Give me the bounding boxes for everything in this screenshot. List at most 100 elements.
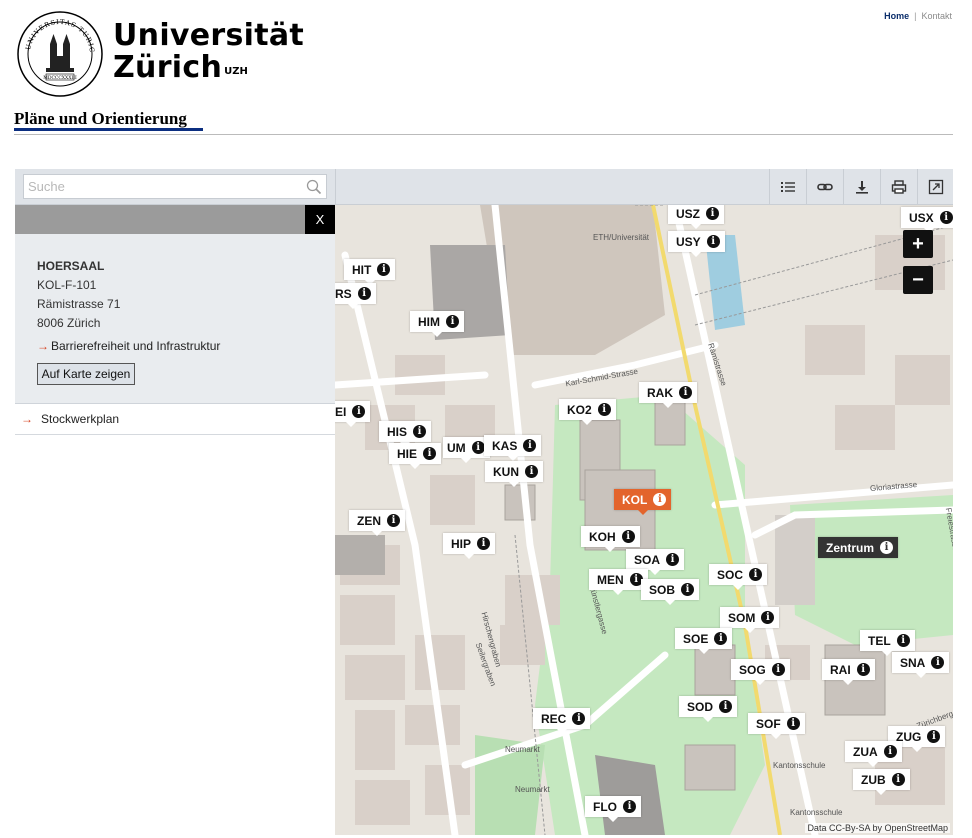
map-marker[interactable]: KAS i (484, 435, 542, 461)
info-icon: i (413, 425, 427, 438)
city-address: 8006 Zürich (37, 316, 101, 330)
download-icon (856, 181, 868, 194)
title-underline (14, 128, 203, 131)
map-marker[interactable]: ZUA i (845, 741, 902, 767)
map-marker[interactable]: REC i (533, 708, 591, 734)
zoom-out-button[interactable]: − (903, 266, 933, 294)
location-info-panel: HOERSAAL KOL-F-101 Rämistrasse 71 8006 Z… (15, 234, 335, 404)
download-button[interactable] (843, 169, 880, 205)
map-marker[interactable]: USZ i (668, 205, 724, 229)
sidebar-header: X (15, 205, 335, 234)
info-icon: i (856, 663, 870, 676)
university-short-name: UZH (224, 66, 248, 77)
map-toolbar (15, 169, 953, 205)
info-icon: i (653, 493, 667, 506)
list-icon (781, 182, 795, 192)
show-on-map-button[interactable]: Auf Karte zeigen (37, 363, 135, 385)
seal-year: MDCCCXXXIII (43, 75, 77, 81)
map-marker[interactable]: KUN i (485, 461, 543, 487)
info-icon: i (719, 700, 733, 713)
map-marker[interactable]: KOH i (581, 526, 640, 552)
top-links: Home | Kontakt (884, 11, 952, 21)
map-marker[interactable]: UM i (443, 437, 490, 463)
map-marker[interactable]: MEN i (589, 569, 648, 595)
map-marker[interactable]: HIM i (410, 311, 464, 337)
map-marker[interactable]: SNA i (892, 652, 950, 678)
close-button[interactable]: X (305, 205, 335, 234)
info-icon: i (623, 800, 636, 813)
map-marker[interactable]: KO2 i (559, 399, 616, 425)
university-seal-logo[interactable]: UNIVERSITAS TURICENSIS MDCCCXXXIII (16, 10, 104, 98)
info-icon: i (477, 537, 491, 550)
info-icon: i (880, 541, 893, 554)
map-marker[interactable]: ZEN i (349, 510, 405, 536)
fullscreen-button[interactable] (917, 169, 954, 205)
fullscreen-icon (928, 179, 944, 195)
university-name-line1: Universität (113, 18, 305, 53)
street-label: Neumarkt (515, 785, 550, 794)
search-input[interactable] (24, 175, 304, 198)
search-box (23, 174, 327, 199)
sidebar-item-floorplan[interactable]: → Stockwerkplan (15, 404, 335, 435)
street-address: Rämistrasse 71 (37, 297, 121, 311)
link-button[interactable] (806, 169, 843, 205)
map-marker[interactable]: SOM i (720, 607, 780, 633)
room-code: KOL-F-101 (37, 278, 97, 292)
map-marker[interactable]: FLO i (585, 796, 641, 822)
map-marker[interactable]: RS i (335, 283, 376, 309)
info-icon: i (681, 583, 695, 596)
map-marker[interactable]: SOC i (709, 564, 768, 590)
map-marker[interactable]: HIS i (379, 421, 432, 447)
print-button[interactable] (880, 169, 917, 205)
map-marker[interactable]: HIE i (389, 443, 442, 469)
map-marker-center[interactable]: Zentrum i (818, 537, 898, 558)
info-icon: i (749, 568, 763, 581)
accessibility-link[interactable]: → Barrierefreiheit und Infrastruktur (37, 339, 220, 353)
home-link[interactable]: Home (884, 11, 909, 21)
map-marker[interactable]: ZUB i (853, 769, 910, 795)
campus-map[interactable]: ETH/Universität Karl-Schmid-Strasse Rämi… (335, 205, 953, 835)
map-marker[interactable]: SOA i (626, 549, 685, 575)
map-marker[interactable]: HIT i (344, 259, 396, 285)
info-icon: i (572, 712, 586, 725)
info-icon: i (891, 773, 905, 786)
title-divider (14, 134, 953, 135)
search-icon[interactable] (306, 179, 322, 195)
location-sidebar: X HOERSAAL KOL-F-101 Rämistrasse 71 8006… (15, 205, 335, 835)
info-icon: i (927, 730, 941, 743)
info-icon: i (377, 263, 391, 276)
info-icon: i (931, 656, 945, 669)
map-marker[interactable]: HIP i (443, 533, 496, 559)
university-name[interactable]: Universität Zürich UZH (113, 20, 304, 84)
info-icon: i (471, 441, 485, 454)
location-category: HOERSAAL (37, 259, 105, 273)
page: UNIVERSITAS TURICENSIS MDCCCXXXIII Unive… (0, 0, 972, 838)
info-icon: i (597, 403, 611, 416)
zoom-in-button[interactable]: + (903, 230, 933, 258)
map-marker[interactable]: SOG i (731, 659, 790, 685)
map-marker[interactable]: SOB i (641, 579, 700, 605)
street-label: Kantonsschule (773, 761, 826, 770)
print-icon (891, 180, 907, 194)
map-marker[interactable]: RAI i (822, 659, 875, 685)
map-marker[interactable]: SOD i (679, 696, 738, 722)
map-marker[interactable]: USX i (901, 207, 953, 233)
list-button[interactable] (769, 169, 806, 205)
info-icon: i (771, 663, 785, 676)
map-marker[interactable]: SOF i (748, 713, 805, 739)
map-marker[interactable]: RAK i (639, 382, 697, 408)
map-marker[interactable]: SOE i (675, 628, 733, 654)
map-marker[interactable]: USY i (668, 231, 725, 257)
info-icon: i (423, 447, 437, 460)
map-marker-selected[interactable]: KOL i (614, 489, 672, 515)
info-icon: i (706, 235, 720, 248)
map-marker[interactable]: EI i (335, 401, 371, 427)
info-icon: i (883, 745, 897, 758)
contact-link[interactable]: Kontakt (921, 11, 952, 21)
street-label: Neumarkt (505, 745, 540, 754)
info-icon: i (896, 634, 910, 647)
sidebar-item-label: Stockwerkplan (41, 412, 120, 426)
map-marker[interactable]: TEL i (860, 630, 915, 656)
info-icon: i (446, 315, 459, 328)
info-icon: i (666, 553, 680, 566)
